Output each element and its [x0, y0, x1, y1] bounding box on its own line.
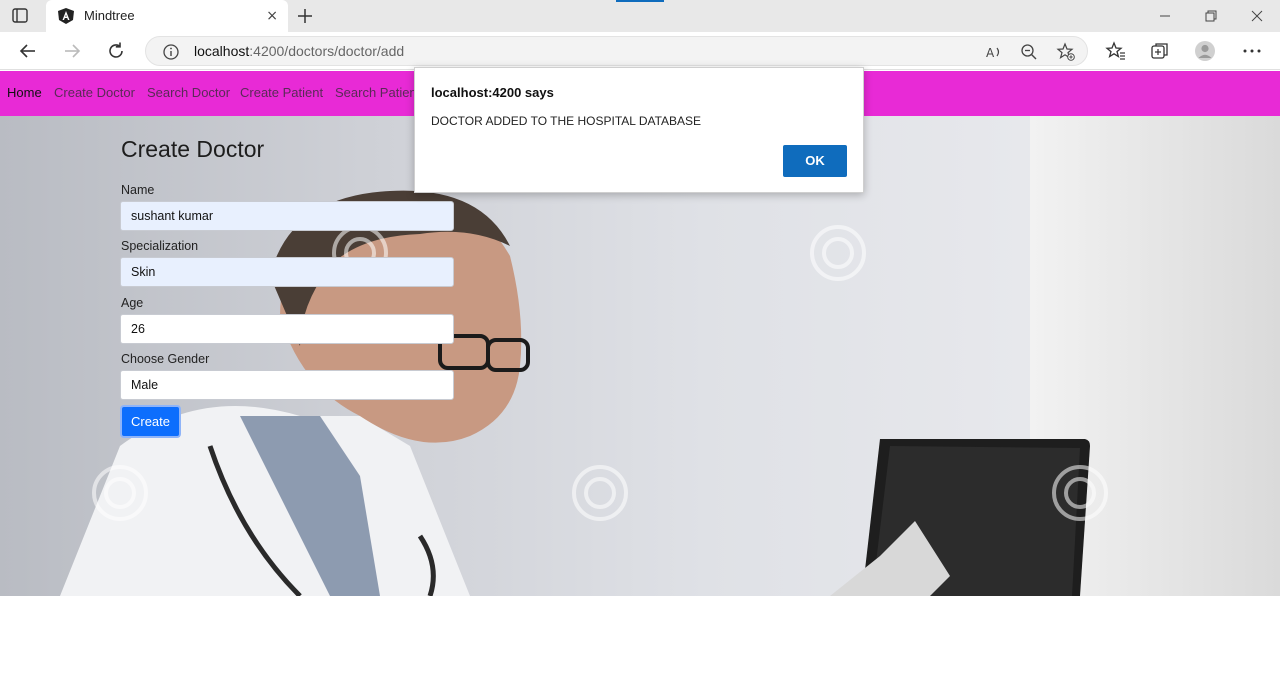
age-field[interactable]: 26: [120, 314, 454, 344]
name-field[interactable]: sushant kumar: [120, 201, 454, 231]
profile-icon[interactable]: [1194, 40, 1216, 62]
dialog-title: localhost:4200 says: [431, 85, 554, 100]
add-favorite-icon[interactable]: [1056, 42, 1076, 62]
address-bar[interactable]: localhost:4200/doctors/doctor/add A: [145, 36, 1088, 66]
favorites-icon[interactable]: [1105, 40, 1127, 62]
address-toolbar: localhost:4200/doctors/doctor/add A: [0, 32, 1280, 70]
gender-select[interactable]: Male: [120, 370, 454, 400]
tab-title: Mindtree: [84, 8, 135, 23]
read-aloud-icon[interactable]: A: [984, 42, 1004, 62]
more-menu-icon[interactable]: [1241, 40, 1263, 62]
plus-icon[interactable]: [294, 5, 316, 27]
refresh-icon[interactable]: [105, 40, 127, 62]
age-label: Age: [121, 296, 144, 310]
page-title: Create Doctor: [121, 136, 265, 162]
dialog-message: DOCTOR ADDED TO THE HOSPITAL DATABASE: [431, 114, 702, 128]
nav-create-doctor[interactable]: Create Doctor: [54, 85, 135, 100]
create-button[interactable]: Create: [120, 405, 181, 438]
nav-search-doctor[interactable]: Search Doctor: [147, 85, 230, 100]
back-arrow-icon[interactable]: [17, 40, 39, 62]
close-window-icon[interactable]: [1247, 6, 1267, 26]
specialization-field[interactable]: Skin: [120, 257, 454, 287]
tab-actions-icon[interactable]: [10, 7, 30, 25]
svg-text:A: A: [986, 46, 995, 60]
restore-icon[interactable]: [1201, 6, 1221, 26]
zoom-out-icon[interactable]: [1019, 42, 1039, 62]
info-icon[interactable]: [162, 43, 180, 61]
nav-create-patient[interactable]: Create Patient: [240, 85, 323, 100]
specialization-label: Specialization: [121, 239, 199, 253]
ok-button[interactable]: OK: [783, 145, 847, 177]
collections-icon[interactable]: [1149, 40, 1171, 62]
nav-search-patient[interactable]: Search Patient: [335, 85, 420, 100]
close-tab-icon[interactable]: ×: [266, 7, 278, 25]
angular-icon: [57, 7, 75, 25]
minimize-icon[interactable]: [1155, 6, 1175, 26]
alert-dialog: localhost:4200 says DOCTOR ADDED TO THE …: [414, 67, 864, 193]
forward-arrow-icon[interactable]: [61, 40, 83, 62]
url-host: localhost: [194, 43, 250, 59]
url-text: localhost:4200/doctors/doctor/add: [194, 43, 404, 59]
tab-strip: Mindtree ×: [0, 0, 1280, 32]
gender-label: Choose Gender: [121, 352, 210, 366]
browser-tab[interactable]: Mindtree ×: [46, 0, 288, 32]
nav-home[interactable]: Home: [7, 85, 42, 100]
name-label: Name: [121, 183, 155, 197]
url-path: :4200/doctors/doctor/add: [249, 43, 405, 59]
tab-drag-indicator: [616, 0, 664, 2]
